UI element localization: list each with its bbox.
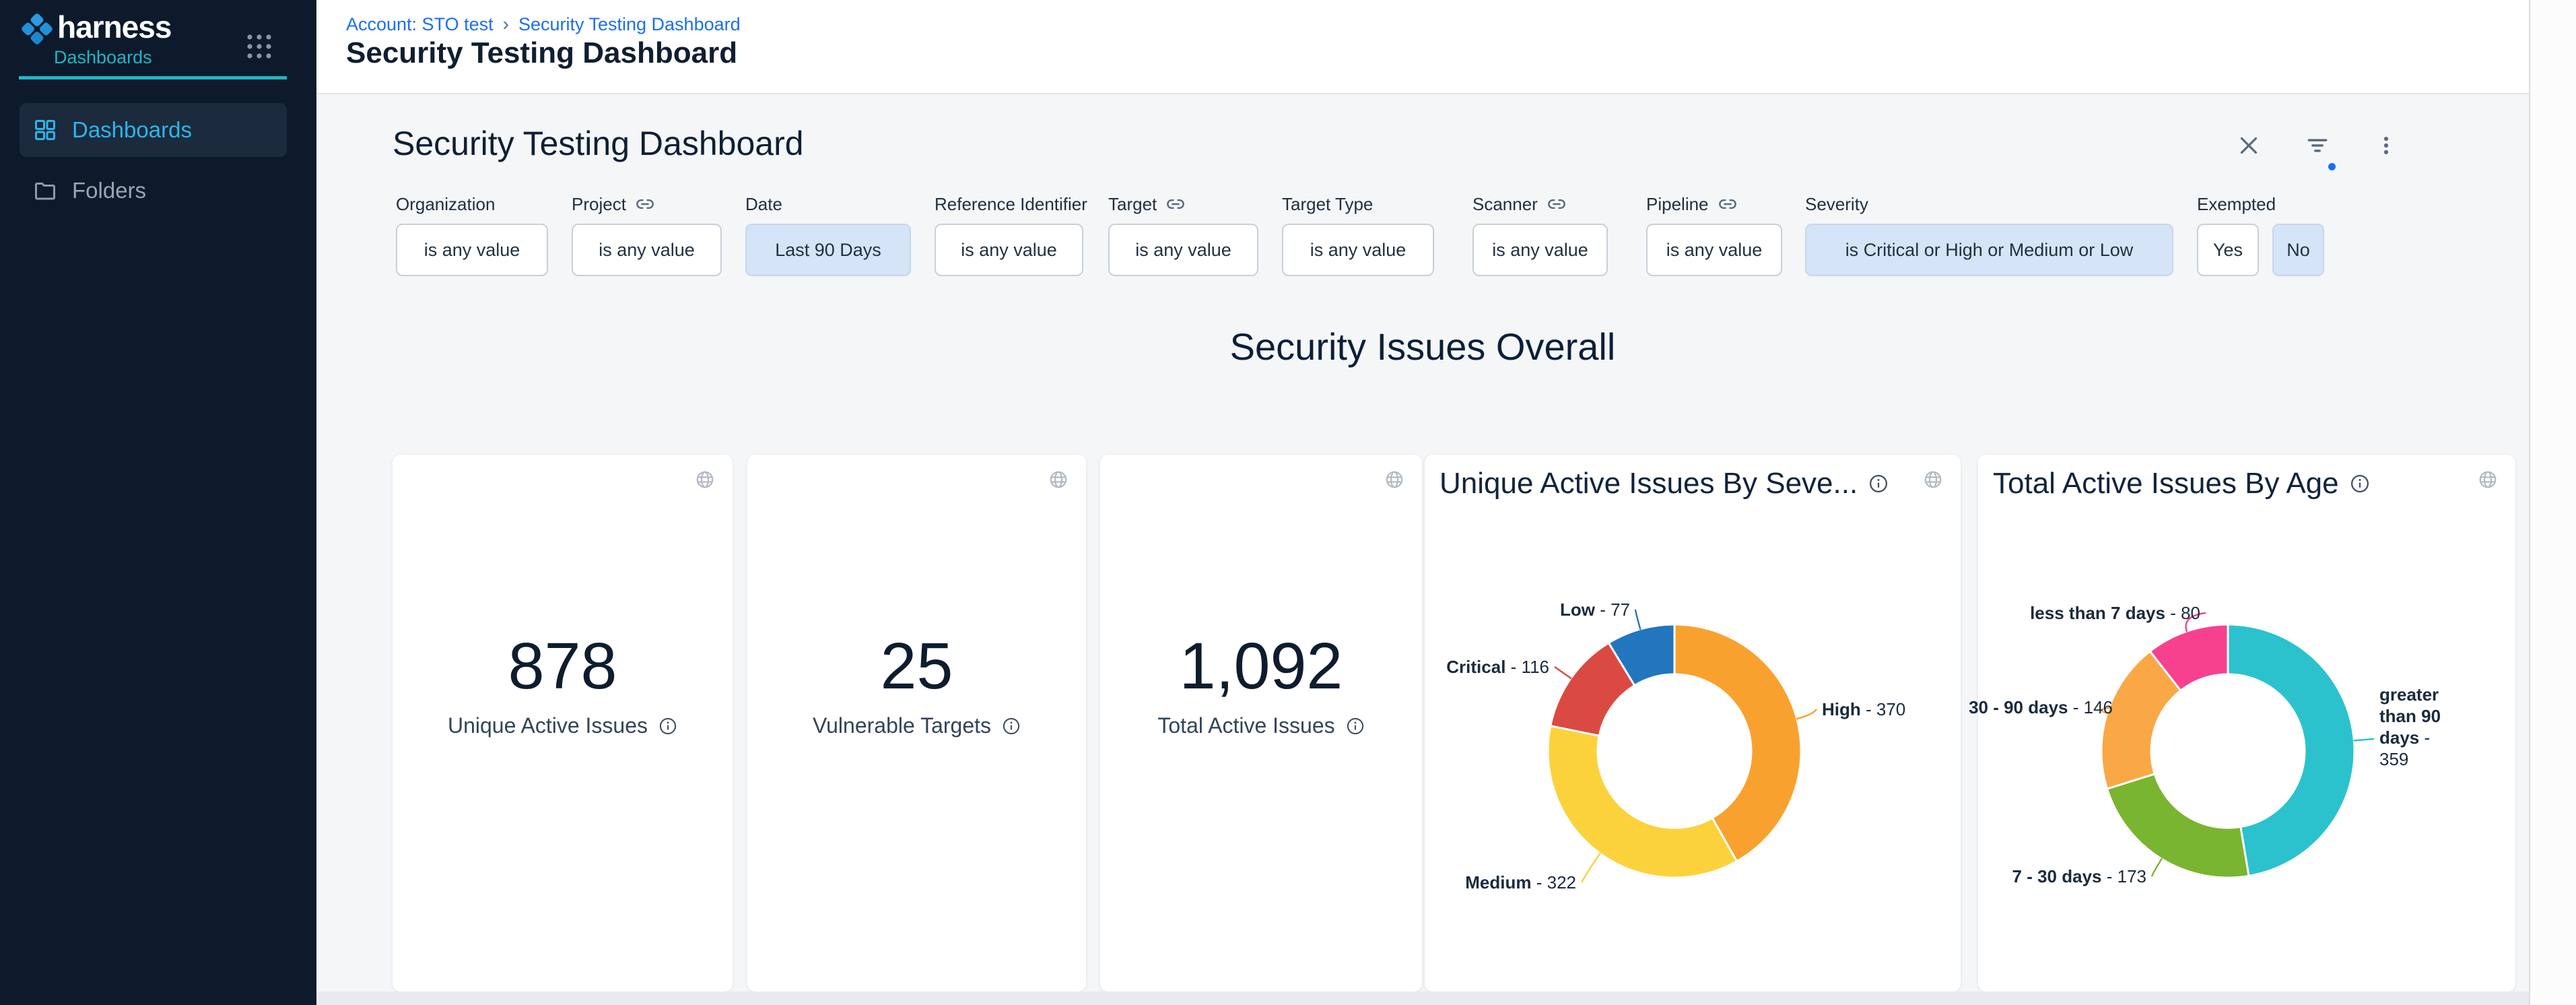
stat-label: Unique Active Issues — [448, 713, 648, 738]
dashboard-toolbar — [2234, 131, 2401, 160]
filter-reference-identifier: Reference Identifier is any value — [935, 193, 1083, 276]
stat-label: Total Active Issues — [1157, 713, 1334, 738]
stat-label: Vulnerable Targets — [813, 713, 991, 738]
stat-value: 1,092 — [1100, 628, 1422, 704]
filter-project: Project is any value — [572, 193, 722, 276]
globe-icon[interactable] — [1048, 469, 1069, 490]
app-window: harness Dashboards Dashboards — [0, 0, 2576, 1005]
sidebar-item-folders[interactable]: Folders — [20, 164, 287, 218]
filter-reference-identifier-value[interactable]: is any value — [935, 224, 1083, 276]
filter-organization: Organization is any value — [396, 193, 548, 276]
stat-card-vulnerable-targets: 25 Vulnerable Targets — [747, 455, 1086, 992]
donut-slice-label: Medium - 322 — [1465, 871, 1576, 894]
page-title: Security Testing Dashboard — [346, 36, 737, 70]
filter-organization-value[interactable]: is any value — [396, 224, 548, 276]
donut-slice[interactable] — [2228, 624, 2354, 876]
filter-scanner-value[interactable]: is any value — [1472, 224, 1608, 276]
info-icon[interactable] — [1346, 717, 1365, 736]
chart-card-issues-by-age: Total Active Issues By Age greater than … — [1978, 455, 2515, 992]
kebab-menu-icon[interactable] — [2371, 131, 2401, 160]
filter-severity: Severity is Critical or High or Medium o… — [1805, 193, 2173, 276]
globe-icon[interactable] — [695, 469, 715, 490]
filter-target-type: Target Type is any value — [1282, 193, 1434, 276]
info-icon[interactable] — [1002, 717, 1021, 736]
dashboards-grid-icon — [33, 118, 57, 142]
filter-date: Date Last 90 Days — [745, 193, 911, 276]
donut-label-connector — [2353, 739, 2374, 741]
product-label: Dashboards — [54, 47, 152, 68]
donut-label-connector — [1582, 853, 1600, 882]
section-title: Security Issues Overall — [316, 325, 2529, 368]
sidebar-item-label: Dashboards — [72, 117, 192, 143]
dashboard-title: Security Testing Dashboard — [393, 124, 804, 163]
stat-card-total-active-issues: 1,092 Total Active Issues — [1100, 455, 1422, 992]
filter-date-value[interactable]: Last 90 Days — [745, 224, 911, 276]
dashboard-content: Security Testing Dashboard Organization … — [316, 93, 2576, 992]
donut-slice-label: High - 370 — [1822, 698, 1905, 721]
link-icon — [1166, 195, 1185, 214]
donut-label-connector — [2152, 858, 2162, 876]
logo-row: harness — [20, 11, 297, 46]
age-donut-chart[interactable]: greater than 90 days - 359 7 - 30 days - … — [1978, 455, 2515, 992]
chart-card-issues-by-severity: Unique Active Issues By Seve... High - 3… — [1425, 455, 1961, 992]
donut-label-connector — [1796, 709, 1817, 719]
cursor-dot — [2328, 163, 2336, 170]
filter-target: Target is any value — [1108, 193, 1258, 276]
stat-card-unique-active-issues: 878 Unique Active Issues — [393, 455, 733, 992]
filter-severity-value[interactable]: is Critical or High or Medium or Low — [1805, 224, 2173, 276]
donut-slice-label: less than 7 days - 80 — [2030, 602, 2200, 624]
filter-pipeline-value[interactable]: is any value — [1646, 224, 1782, 276]
breadcrumb-account-link[interactable]: Account: STO test — [346, 14, 494, 35]
filter-project-value[interactable]: is any value — [572, 224, 722, 276]
filter-target-value[interactable]: is any value — [1108, 224, 1258, 276]
module-grid-icon[interactable] — [246, 33, 273, 60]
breadcrumb-current-link[interactable]: Security Testing Dashboard — [518, 14, 741, 35]
top-header: Account: STO test › Security Testing Das… — [316, 0, 2576, 94]
donut-slice-label: Low - 77 — [1560, 598, 1630, 621]
donut-slice[interactable] — [1548, 726, 1737, 878]
page-bottom-strip — [316, 992, 2576, 1005]
filter-target-type-value[interactable]: is any value — [1282, 224, 1434, 276]
globe-icon[interactable] — [1384, 469, 1404, 490]
donut-slice-label: greater than 90 days - 359 — [2379, 684, 2460, 770]
donut-slice-label: Critical - 116 — [1446, 655, 1549, 678]
stat-value: 878 — [393, 628, 733, 704]
scrollbar[interactable] — [2529, 0, 2576, 1005]
donut-label-connector — [1555, 667, 1571, 679]
filter-icon[interactable] — [2303, 131, 2332, 160]
sidebar: harness Dashboards Dashboards — [0, 0, 316, 1005]
donut-slice-label: 30 - 90 days - 146 — [1969, 696, 2113, 719]
filter-scanner: Scanner is any value — [1472, 193, 1608, 276]
link-icon — [636, 195, 654, 214]
sidebar-item-label: Folders — [72, 178, 146, 203]
exempted-no-button[interactable]: No — [2272, 224, 2324, 276]
stat-value: 25 — [747, 628, 1086, 704]
severity-donut-chart[interactable]: High - 370 Medium - 322 Critical - 116 Low … — [1425, 455, 1961, 992]
folder-icon — [33, 179, 57, 203]
close-icon[interactable] — [2234, 131, 2264, 160]
donut-label-connector — [1635, 610, 1641, 630]
filter-exempted: Exempted Yes No — [2197, 193, 2359, 276]
harness-logo-icon — [20, 11, 55, 46]
breadcrumb: Account: STO test › Security Testing Das… — [346, 13, 741, 35]
filter-pipeline: Pipeline is any value — [1646, 193, 1782, 276]
logo-wordmark: harness — [57, 9, 171, 45]
link-icon — [1547, 195, 1566, 214]
sidebar-divider — [19, 76, 287, 79]
donut-slice-label: 7 - 30 days - 173 — [2012, 865, 2146, 888]
info-icon[interactable] — [658, 717, 677, 736]
sidebar-item-dashboards[interactable]: Dashboards — [20, 103, 287, 157]
donut-slice[interactable] — [2107, 774, 2249, 878]
chevron-right-icon: › — [503, 13, 509, 35]
link-icon — [1718, 195, 1737, 214]
exempted-yes-button[interactable]: Yes — [2197, 224, 2259, 276]
